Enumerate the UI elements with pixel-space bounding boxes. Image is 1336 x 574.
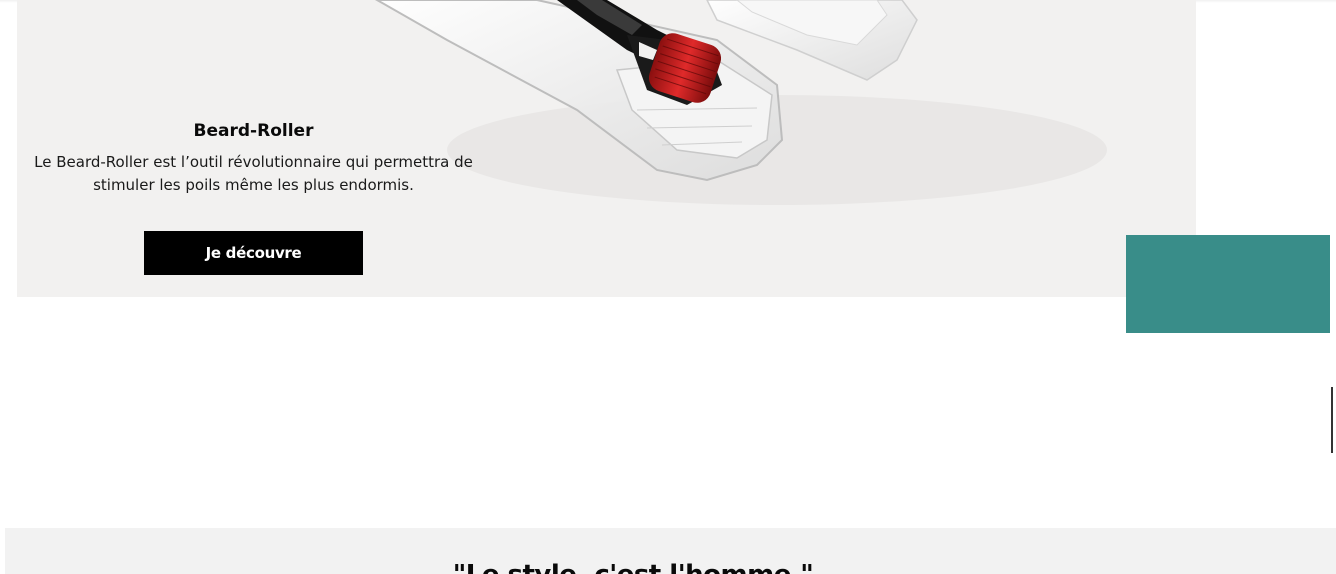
discover-button[interactable]: Je découvre [144, 231, 363, 275]
quote-heading: "Le style, c'est l'homme." [5, 559, 1261, 574]
scrollbar-thumb[interactable] [1331, 387, 1333, 453]
product-description: Le Beard-Roller est l’outil révolutionna… [34, 153, 473, 194]
page: Beard-Roller Le Beard-Roller est l’outil… [0, 0, 1336, 574]
product-title: Beard-Roller [193, 121, 314, 141]
floating-widget[interactable] [1126, 235, 1330, 333]
quote-section: "Le style, c'est l'homme." [5, 528, 1336, 574]
product-banner: Beard-Roller Le Beard-Roller est l’outil… [17, 0, 1196, 297]
product-text-block: Beard-Roller Le Beard-Roller est l’outil… [17, 118, 490, 197]
